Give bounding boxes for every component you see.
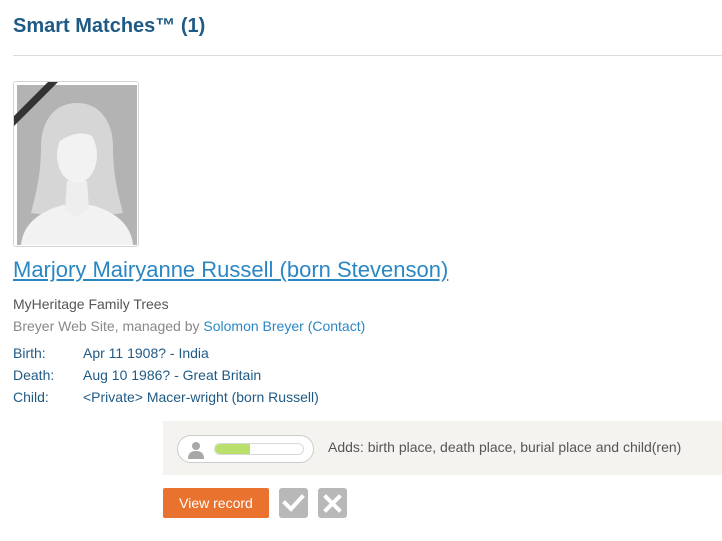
manager-link[interactable]: Solomon Breyer xyxy=(203,318,303,334)
fact-row-child: Child: <Private> Macer-wright (born Russe… xyxy=(13,389,319,405)
fact-value: Aug 10 1986? - Great Britain xyxy=(83,367,262,383)
contact-link[interactable]: (Contact) xyxy=(308,318,366,334)
check-icon xyxy=(282,494,305,512)
profile-photo[interactable] xyxy=(13,81,139,247)
section-title: Smart Matches™ (1) xyxy=(13,15,206,37)
fact-row-death: Death: Aug 10 1986? - Great Britain xyxy=(13,367,261,383)
view-record-button[interactable]: View record xyxy=(163,488,269,518)
x-icon xyxy=(323,494,342,513)
smart-matches-page: Smart Matches™ (1) Marjory Mairyanne Rus… xyxy=(0,0,722,541)
deceased-ribbon-icon xyxy=(14,82,58,126)
fact-value: Apr 11 1908? - India xyxy=(83,345,209,361)
match-quality-indicator xyxy=(177,435,314,463)
adds-panel: Adds: birth place, death place, burial p… xyxy=(163,421,722,475)
source-name: MyHeritage Family Trees xyxy=(13,296,169,312)
confirm-match-button[interactable] xyxy=(279,488,308,518)
fact-row-birth: Birth: Apr 11 1908? - India xyxy=(13,345,209,361)
site-prefix: Breyer Web Site, managed by xyxy=(13,318,204,334)
quality-bar-fill xyxy=(215,444,251,454)
reject-match-button[interactable] xyxy=(318,488,347,518)
fact-label: Birth: xyxy=(13,345,46,361)
title-divider xyxy=(13,55,722,56)
person-icon xyxy=(188,442,204,459)
quality-bar xyxy=(214,443,304,455)
person-name-link[interactable]: Marjory Mairyanne Russell (born Stevenso… xyxy=(13,257,448,283)
fact-value: <Private> Macer-wright (born Russell) xyxy=(83,389,319,405)
fact-label: Child: xyxy=(13,389,49,405)
adds-text: Adds: birth place, death place, burial p… xyxy=(328,439,682,455)
site-info: Breyer Web Site, managed by Solomon Brey… xyxy=(13,318,365,334)
fact-label: Death: xyxy=(13,367,55,383)
